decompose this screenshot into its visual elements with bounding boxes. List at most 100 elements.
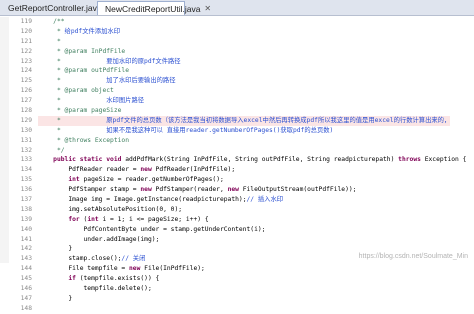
code-token: public static void [53,156,121,163]
code-token: File(InPdfFile); [140,265,204,272]
code-text: } [38,294,72,304]
code-token: PdfStamper(reader, [152,186,228,193]
code-text: PdfReader reader = new PdfReader(InPdfFi… [38,165,235,175]
code-text: } [38,244,72,254]
code-line[interactable]: 124 * @param outPdfFile [0,66,474,76]
tab-get-report-controller[interactable]: GetReportController.java [1,1,95,15]
code-token [38,275,68,282]
code-token: addPdfMark(String InPdfFile, String outP… [121,156,398,163]
code-text: * [38,37,65,47]
code-text: * 原pdf文件的总页数（该方法是我当初将数据导入excel中然后再转换成pdf… [38,116,450,126]
code-token: 如果不是我这种可以 直接用reader.getNumberOfPages()获取… [106,127,333,134]
tab-new-credit-report-util[interactable]: NewCreditReportUtil.java ✕ [97,1,185,15]
code-line[interactable]: 148 [0,304,474,314]
line-number: 123 [10,57,32,67]
code-line[interactable]: 136 PdfStamper stamp = new PdfStamper(re… [0,185,474,195]
code-token: stamp.close(); [38,255,121,262]
close-icon[interactable]: ✕ [204,4,211,13]
code-line[interactable]: 146 tempfile.delete(); [0,284,474,294]
code-line[interactable]: 145 if (tempfile.exists()) { [0,274,474,284]
code-text: img.setAbsolutePosition(0, 0); [38,205,182,215]
code-token: 给pdf文件添加水印 [65,28,120,35]
code-token: * [38,117,106,124]
code-token: new [140,166,151,173]
code-token: int [87,216,98,223]
line-number: 122 [10,47,32,57]
line-number: 145 [10,274,32,284]
code-line[interactable]: 141 under.addImage(img); [0,235,474,245]
code-line[interactable]: 131 * @throws Exception [0,136,474,146]
code-token: PdfStamper stamp = [38,186,140,193]
code-text: under.addImage(img); [38,235,159,245]
line-number: 127 [10,96,32,106]
code-text: * @param InPdfFile [38,47,125,57]
tab-label: GetReportController.java [8,3,102,13]
code-text: * 水印图片路径 [38,96,144,106]
code-line[interactable]: 123 * 要加水印的原pdf文件路径 [0,57,474,67]
code-token [38,156,53,163]
code-token: throws [398,156,421,163]
code-text: * 如果不是我这种可以 直接用reader.getNumberOfPages()… [38,126,333,136]
code-line[interactable]: 127 * 水印图片路径 [0,96,474,106]
code-text: * 要加水印的原pdf文件路径 [38,57,181,67]
code-line[interactable]: 122 * @param InPdfFile [0,47,474,57]
code-token: * [38,127,106,134]
line-number: 136 [10,185,32,195]
code-token: /** [38,18,65,25]
code-line[interactable]: 139 for (int i = 1; i <= pageSize; i++) … [0,215,474,225]
code-text: * @param outPdfFile [38,66,129,76]
code-line[interactable]: 120 * 给pdf文件添加水印 [0,27,474,37]
code-line[interactable]: 129 * 原pdf文件的总页数（该方法是我当初将数据导入excel中然后再转换… [0,116,474,126]
code-token: img.setAbsolutePosition(0, 0); [38,206,182,213]
code-token: // 关闭 [121,255,145,262]
code-text: * @param object [38,86,114,96]
code-token: * @throws Exception [38,137,129,144]
line-number: 146 [10,284,32,294]
code-token: * @param InPdfFile [38,48,125,55]
line-number: 125 [10,76,32,86]
code-line[interactable]: 128 * @param pageSize [0,106,474,116]
code-text: for (int i = 1; i <= pageSize; i++) { [38,215,209,225]
code-line[interactable]: 147 } [0,294,474,304]
code-text: if (tempfile.exists()) { [38,274,159,284]
code-text: Image img = Image.getInstance(readpictur… [38,195,283,205]
code-line[interactable]: 132 */ [0,146,474,156]
code-token: FileOutputStream(outPdfFile)); [239,186,357,193]
code-token: * [38,97,106,104]
code-token: * [38,77,106,84]
tab-label: NewCreditReportUtil.java [105,4,200,14]
code-line[interactable]: 126 * @param object [0,86,474,96]
code-line[interactable]: 135 int pageSize = reader.getNumberOfPag… [0,175,474,185]
line-number: 119 [10,17,32,27]
line-number: 121 [10,37,32,47]
code-line[interactable]: 121 * [0,37,474,47]
code-text: tempfile.delete(); [38,284,152,294]
code-line[interactable]: 130 * 如果不是我这种可以 直接用reader.getNumberOfPag… [0,126,474,136]
code-line[interactable]: 138 img.setAbsolutePosition(0, 0); [0,205,474,215]
code-token: new [140,186,151,193]
code-token: * [38,58,106,65]
line-number: 133 [10,155,32,165]
code-token: new [129,265,140,272]
line-number: 126 [10,86,32,96]
code-line[interactable]: 134 PdfReader reader = new PdfReader(InP… [0,165,474,175]
line-number: 124 [10,66,32,76]
code-line[interactable]: 125 * 加了水印后要输出的路径 [0,76,474,86]
code-token: 加了水印后要输出的路径 [106,77,175,84]
line-number: 132 [10,146,32,156]
code-line[interactable]: 119 /** [0,17,474,27]
code-token: Exception { [421,156,467,163]
line-number: 148 [10,304,32,314]
code-editor[interactable]: 119 /**120 * 给pdf文件添加水印121 * 122 * @para… [0,17,474,314]
code-token: for [68,216,79,223]
code-token: tempfile.delete(); [38,285,152,292]
code-text: PdfStamper stamp = new PdfStamper(reader… [38,185,356,195]
code-line[interactable]: 144 File tempfile = new File(InPdfFile); [0,264,474,274]
code-token: PdfContentByte under = stamp.getUnderCon… [38,226,265,233]
code-line[interactable]: 133 public static void addPdfMark(String… [0,155,474,165]
code-token: * [38,38,65,45]
line-number: 135 [10,175,32,185]
code-line[interactable]: 137 Image img = Image.getInstance(readpi… [0,195,474,205]
code-token: } [38,295,72,302]
code-line[interactable]: 140 PdfContentByte under = stamp.getUnde… [0,225,474,235]
